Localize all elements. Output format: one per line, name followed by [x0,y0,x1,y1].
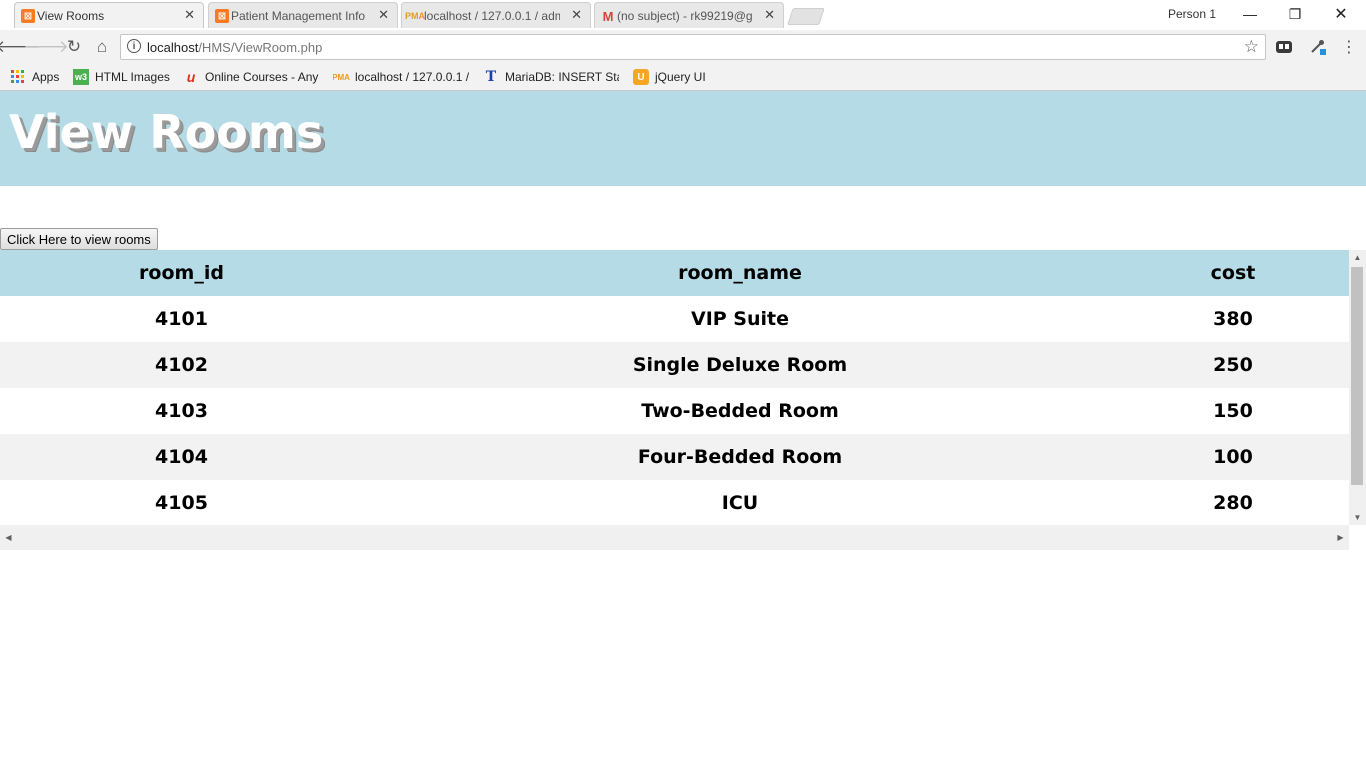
cell-cost: 380 [1117,296,1349,342]
close-tab-icon[interactable]: ✕ [571,8,582,22]
cell-room-name: Two-Bedded Room [363,388,1117,434]
horizontal-scrollbar[interactable]: ◀ ▶ [0,525,1349,550]
address-bar[interactable]: i localhost/HMS/ViewRoom.php ☆ [120,34,1266,60]
tab-title: View Rooms [37,8,105,23]
view-rooms-button[interactable]: Click Here to view rooms [0,228,158,250]
cell-room-id: 4105 [0,480,363,525]
new-tab-button[interactable] [787,8,825,25]
reload-icon[interactable]: ↻ [62,36,86,58]
bookmark-star-icon[interactable]: ☆ [1244,37,1259,57]
tab-title: localhost / 127.0.0.1 / adm [424,8,560,23]
gmail-icon: M [602,8,614,24]
phpmyadmin-icon: PMA [405,11,425,21]
apps-grid-icon [10,69,26,85]
cell-room-id: 4101 [0,296,363,342]
rooms-table-container: room_id room_name cost 4101 VIP Suite 38… [0,250,1349,525]
page-title: View Rooms [9,105,324,159]
home-icon[interactable]: ⌂ [90,36,114,58]
cell-room-id: 4104 [0,434,363,480]
bookmark-mariadb[interactable]: T MariaDB: INSERT State [483,68,619,86]
close-tab-icon[interactable]: ✕ [184,8,195,22]
url-text[interactable]: localhost/HMS/ViewRoom.php [147,40,322,55]
forward-arrow-icon[interactable]: 🡒 [23,36,69,58]
scroll-up-arrow-icon[interactable]: ▲ [1349,250,1366,265]
extension-icon[interactable] [1275,38,1293,56]
scroll-right-arrow-icon[interactable]: ▶ [1332,529,1349,546]
cell-cost: 100 [1117,434,1349,480]
bookmarks-bar: Apps w3 HTML Images u Online Courses - A… [0,64,1366,91]
cell-cost: 280 [1117,480,1349,525]
cell-cost: 150 [1117,388,1349,434]
restore-icon[interactable]: ❐ [1272,0,1318,28]
column-header-room-id: room_id [0,250,363,296]
minimize-icon[interactable]: — [1227,0,1273,28]
bookmark-apps[interactable]: Apps [10,68,59,86]
scrollbar-thumb[interactable] [1351,267,1363,485]
vertical-scrollbar[interactable]: ▲ ▼ [1349,250,1366,525]
browser-toolbar: 🡐 🡒 ↻ ⌂ i localhost/HMS/ViewRoom.php ☆ ⋮ [0,30,1366,64]
close-tab-icon[interactable]: ✕ [764,8,775,22]
tab-gmail[interactable]: M (no subject) - rk99219@g ✕ [594,2,784,28]
tab-phpmyadmin[interactable]: PMA localhost / 127.0.0.1 / adm ✕ [401,2,591,28]
profile-button[interactable]: Person 1 [1164,4,1220,24]
bookmark-html-images[interactable]: w3 HTML Images [73,68,170,86]
techonthenet-icon: T [485,69,497,85]
tab-strip: ⊠ View Rooms ✕ ⊠ Patient Management Info… [0,0,1366,30]
cell-room-name: Single Deluxe Room [363,342,1117,388]
table-row: 4101 VIP Suite 380 [0,296,1349,342]
jquery-ui-icon: U [633,69,649,85]
column-header-room-name: room_name [363,250,1117,296]
bookmark-online-courses[interactable]: u Online Courses - Any [183,68,319,86]
bookmark-label: HTML Images [95,70,170,84]
window-close-icon[interactable]: ✕ [1318,0,1364,28]
cell-room-name: Four-Bedded Room [363,434,1117,480]
cell-room-id: 4103 [0,388,363,434]
tab-view-rooms[interactable]: ⊠ View Rooms ✕ [14,2,204,28]
table-header-row: room_id room_name cost [0,250,1349,296]
page-banner: View Rooms [0,91,1366,186]
bookmark-label: Online Courses - Any [205,70,319,84]
xampp-icon: ⊠ [21,9,35,23]
close-tab-icon[interactable]: ✕ [378,8,389,22]
phpmyadmin-icon: PMA [333,72,350,82]
bookmark-label: Apps [32,70,60,84]
table-row: 4103 Two-Bedded Room 150 [0,388,1349,434]
cell-room-id: 4102 [0,342,363,388]
udemy-icon: u [186,69,196,85]
bookmark-label: jQuery UI [655,70,706,84]
info-icon[interactable]: i [127,39,141,53]
tab-patient-management[interactable]: ⊠ Patient Management Info ✕ [208,2,398,28]
xampp-icon: ⊠ [215,9,229,23]
bookmark-phpmyadmin[interactable]: PMA localhost / 127.0.0.1 / [333,68,469,86]
menu-dots-icon[interactable]: ⋮ [1340,38,1358,56]
cell-room-name: ICU [363,480,1117,525]
page-viewport: View Rooms Click Here to view rooms room… [0,91,1366,768]
eyedropper-extension-icon[interactable] [1309,38,1327,56]
column-header-cost: cost [1117,250,1349,296]
cell-room-name: VIP Suite [363,296,1117,342]
table-row: 4104 Four-Bedded Room 100 [0,434,1349,480]
bookmark-jquery-ui[interactable]: U jQuery UI [633,68,706,86]
scroll-left-arrow-icon[interactable]: ◀ [0,529,17,546]
table-row: 4105 ICU 280 [0,480,1349,525]
w3schools-icon: w3 [73,69,89,85]
bookmark-label: localhost / 127.0.0.1 / [355,70,469,84]
tab-title: (no subject) - rk99219@g [617,8,753,23]
cell-cost: 250 [1117,342,1349,388]
bookmark-label: MariaDB: INSERT State [505,70,619,84]
tab-title: Patient Management Info [231,8,366,23]
table-row: 4102 Single Deluxe Room 250 [0,342,1349,388]
scroll-down-arrow-icon[interactable]: ▼ [1349,510,1366,525]
rooms-table: room_id room_name cost 4101 VIP Suite 38… [0,250,1349,525]
